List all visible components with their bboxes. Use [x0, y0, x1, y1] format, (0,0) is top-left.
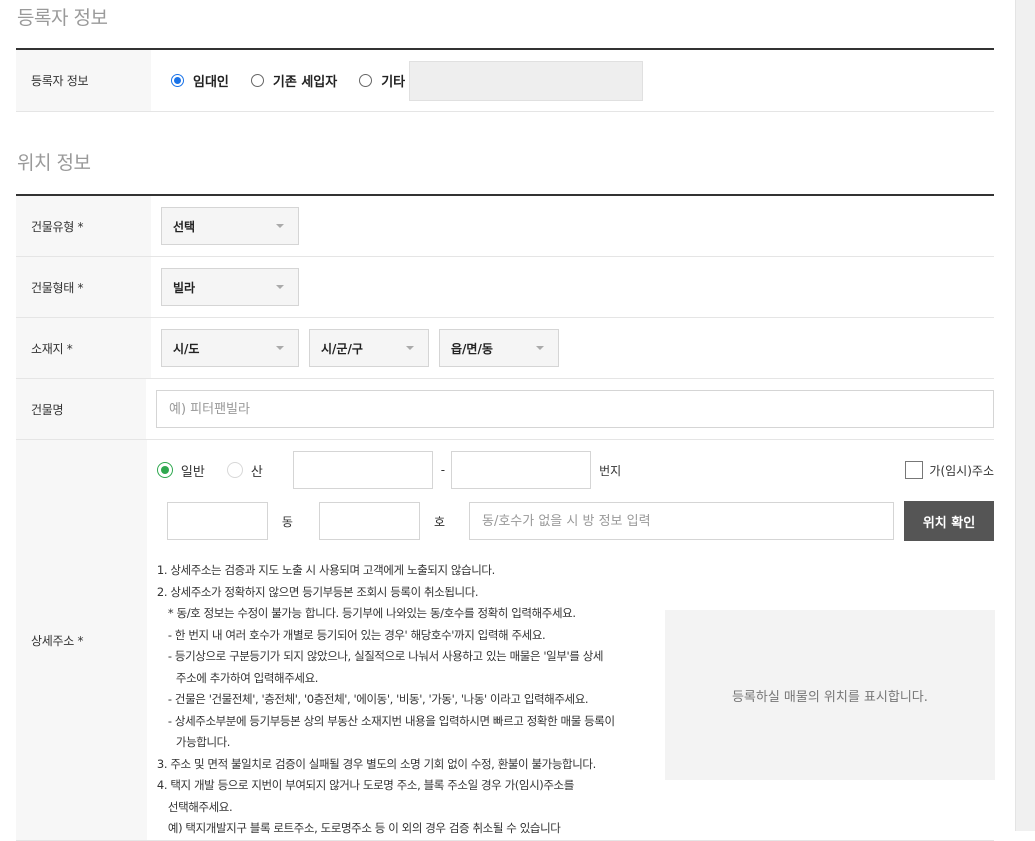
temp-address-check[interactable]: 가(임시)주소: [905, 461, 994, 479]
ho-label: 호: [433, 514, 445, 529]
ho-input[interactable]: [318, 502, 420, 540]
lot-mountain-indicator[interactable]: [226, 462, 243, 478]
address-label: 소재지 *: [16, 318, 151, 378]
radio-other-label: 기타: [381, 75, 406, 90]
page-scrollbar[interactable]: [1015, 0, 1035, 831]
dong-label: 동: [281, 514, 293, 529]
chevron-down-icon: [536, 346, 544, 350]
unit-line: 동 호 위치 확인: [157, 501, 994, 541]
building-type-field: 선택: [151, 196, 994, 256]
note-item: 1. 상세주소는 검증과 지도 노출 시 사용되며 고객에게 노출되지 않습니다…: [156, 563, 495, 577]
lot-general-label: 일반: [180, 464, 205, 480]
location-map[interactable]: 등록하실 매물의 위치를 표시합니다.: [664, 610, 995, 780]
sido-value: 시/도: [173, 341, 200, 356]
chevron-down-icon: [276, 224, 284, 228]
detail-address-row: 상세주소 * 일반 산 - 번지 가(임시)주소 동 호 동/호수가 없을 시 …: [16, 440, 995, 841]
registrant-section-title: 등록자 정보: [17, 7, 108, 29]
radio-existing-tenant[interactable]: 기존 세입자: [250, 71, 338, 90]
building-type-label: 건물유형 *: [16, 196, 151, 256]
detail-address-label: 상세주소 *: [16, 440, 147, 840]
note-item: 예) 택지개발지구 블록 로트주소, 도로명주소 등 이 외의 경우 검증 취소…: [167, 821, 561, 835]
dong-input[interactable]: [166, 502, 268, 540]
sido-select[interactable]: 시/도: [161, 329, 299, 367]
sigungu-value: 시/군/구: [321, 341, 363, 356]
lot-main-number-input[interactable]: [292, 451, 433, 489]
sigungu-select[interactable]: 시/군/구: [309, 329, 429, 367]
address-row: 소재지 * 시/도 시/군/구 읍/면/동: [16, 318, 994, 379]
confirm-location-button[interactable]: 위치 확인: [904, 501, 994, 541]
building-form-label: 건물형태 *: [16, 257, 151, 317]
registrant-row: 등록자 정보 임대인 기존 세입자 기타: [16, 50, 994, 112]
lot-sub-number-input[interactable]: [451, 451, 592, 489]
chevron-down-icon: [276, 285, 284, 289]
eupmyeondong-select[interactable]: 읍/면/동: [439, 329, 559, 367]
lot-mountain-label: 산: [250, 464, 263, 480]
chevron-down-icon: [276, 346, 284, 350]
registration-form: 등록자 정보 등록자 정보 임대인 기존 세입자 기타 위치 정보 건물유형 *: [16, 0, 995, 841]
address-field: 시/도 시/군/구 읍/면/동: [151, 318, 994, 378]
lot-dash: -: [440, 463, 446, 477]
radio-existing-tenant-label: 기존 세입자: [272, 75, 338, 90]
building-name-row: 건물명: [16, 379, 994, 440]
note-item: 선택해주세요.: [167, 799, 233, 814]
building-form-row: 건물형태 * 빌라: [16, 257, 994, 318]
radio-landlord-indicator[interactable]: [171, 74, 184, 87]
lot-line: 일반 산 - 번지 가(임시)주소: [156, 450, 994, 490]
radio-other[interactable]: 기타: [359, 71, 405, 90]
building-form-field: 빌라: [151, 257, 994, 317]
detail-address-field: 일반 산 - 번지 가(임시)주소 동 호 동/호수가 없을 시 방 정보 입력…: [147, 440, 995, 840]
building-type-value: 선택: [173, 219, 196, 234]
building-form-select[interactable]: 빌라: [161, 268, 299, 306]
building-name-input[interactable]: [156, 390, 994, 428]
lot-mountain-radio[interactable]: 산: [226, 461, 263, 480]
registrant-label: 등록자 정보: [16, 50, 151, 111]
building-name-label: 건물명: [16, 379, 146, 439]
radio-landlord-label: 임대인: [193, 75, 229, 90]
radio-other-indicator[interactable]: [359, 74, 373, 87]
other-input[interactable]: [409, 60, 644, 101]
registrant-options: 임대인 기존 세입자 기타: [151, 50, 994, 111]
note-item: 2. 상세주소가 정확하지 않으면 등기부등본 조회시 등록이 취소됩니다.: [156, 584, 479, 599]
temp-address-checkbox[interactable]: [905, 461, 924, 479]
chevron-down-icon: [406, 346, 414, 350]
building-name-field: [146, 379, 994, 439]
building-type-row: 건물유형 * 선택: [16, 196, 994, 257]
radio-landlord[interactable]: 임대인: [171, 71, 229, 90]
location-section-title: 위치 정보: [17, 152, 91, 174]
room-info-input[interactable]: [469, 502, 894, 540]
eupmyeondong-value: 읍/면/동: [451, 341, 493, 356]
map-placeholder-text: 등록하실 매물의 위치를 표시합니다.: [731, 689, 928, 705]
building-form-value: 빌라: [173, 280, 196, 295]
temp-address-label: 가(임시)주소: [929, 463, 994, 478]
beonji-label: 번지: [599, 463, 622, 478]
lot-general-radio[interactable]: 일반: [156, 461, 205, 480]
radio-existing-tenant-indicator[interactable]: [250, 74, 264, 87]
lot-general-indicator[interactable]: [156, 462, 173, 478]
building-type-select[interactable]: 선택: [161, 207, 299, 245]
